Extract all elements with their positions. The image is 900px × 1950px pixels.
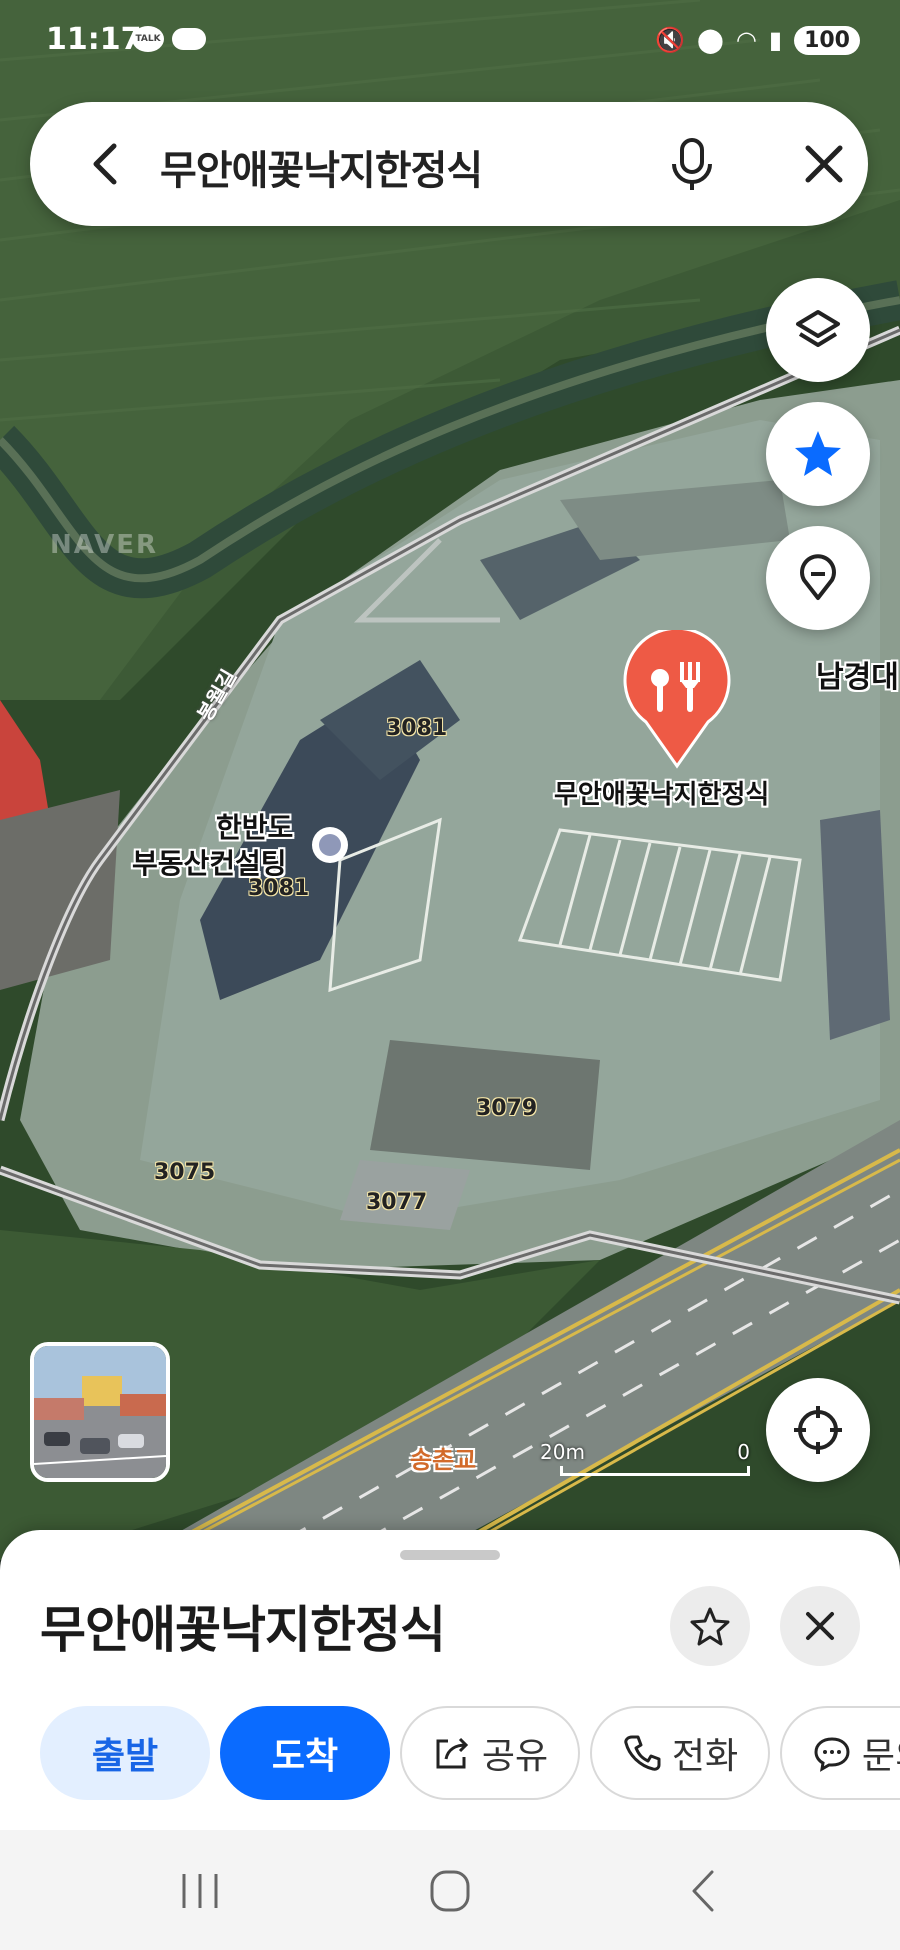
status-bar: 11:17 TALK 🔇 ⬤ ◠ ▮ 100 [0,0,900,80]
back-icon[interactable] [674,1866,734,1916]
recent-apps-icon[interactable] [170,1866,230,1916]
home-icon[interactable] [420,1866,480,1916]
scale-zero: 0 [737,1440,750,1464]
wifi-icon: ◠ [735,26,757,54]
clock: 11:17 [46,22,142,57]
share-button[interactable]: 공유 [400,1706,580,1800]
microphone-icon[interactable] [660,132,724,196]
scale-distance: 20m [540,1440,585,1464]
kakaotalk-icon: TALK [132,26,164,52]
star-icon [795,431,841,476]
cloud-icon [172,28,206,50]
map-view[interactable]: NAVER 봉월길 3081 3081 3079 3075 3077 한반도 부… [0,0,900,1560]
lot-number: 3075 [154,1160,216,1185]
close-sheet-button[interactable] [780,1586,860,1666]
save-place-button[interactable] [670,1586,750,1666]
layers-icon [796,310,840,347]
current-location-button[interactable] [766,1378,870,1482]
lot-number: 3077 [366,1190,428,1215]
nearby-place-label[interactable]: 부동산컨설팅 [132,842,287,882]
lot-number: 3081 [386,716,448,741]
share-icon [436,1737,468,1769]
restaurant-pin-icon[interactable] [622,630,732,770]
search-bar[interactable]: 무안애꽃낙지한정식 [30,102,868,226]
scale-bar [560,1466,750,1476]
bridge-label: 송촌교 [410,1446,477,1474]
close-icon[interactable] [800,140,848,188]
nearby-place-label[interactable]: 한반도 [216,806,293,846]
arrive-button[interactable]: 도착 [220,1706,390,1800]
mute-vibrate-icon: 🔇 [655,26,686,54]
street-view-thumbnail[interactable] [30,1342,170,1482]
action-buttons-row: 출발 도착 공유 전화 문의 [40,1706,900,1802]
saved-places-button[interactable] [766,526,870,630]
back-arrow-icon[interactable] [82,140,130,188]
inquire-label: 문의 [861,1736,900,1777]
selected-place-label[interactable]: 무안애꽃낙지한정식 [554,774,769,811]
call-label: 전화 [671,1736,739,1777]
crosshair-icon [794,1406,842,1454]
share-label: 공유 [481,1736,549,1777]
edge-place-label[interactable]: 남경대 [816,652,899,696]
chat-bubble-icon [814,1737,850,1772]
map-scale: 20m 0 [540,1440,750,1480]
phone-icon [624,1735,661,1771]
location-icon: ⬤ [697,26,724,54]
naver-watermark: NAVER [50,530,159,560]
favorites-button[interactable] [766,402,870,506]
layers-button[interactable] [766,278,870,382]
signal-icon: ▮ [768,26,783,54]
depart-button[interactable]: 출발 [40,1706,210,1800]
lot-number: 3079 [476,1096,538,1121]
close-icon [806,1612,834,1640]
inquire-button[interactable]: 문의 [780,1706,900,1800]
call-button[interactable]: 전화 [590,1706,770,1800]
star-outline-icon [690,1607,730,1646]
system-navigation-bar [0,1830,900,1950]
place-title: 무안애꽃낙지한정식 [40,1601,446,1659]
search-query[interactable]: 무안애꽃낙지한정식 [160,138,483,196]
sheet-drag-handle[interactable] [400,1550,500,1560]
battery-icon: 100 [794,25,860,55]
location-pin-icon [800,554,836,600]
place-info-sheet[interactable]: 무안애꽃낙지한정식 출발 도착 공유 전화 문 [0,1530,900,1830]
